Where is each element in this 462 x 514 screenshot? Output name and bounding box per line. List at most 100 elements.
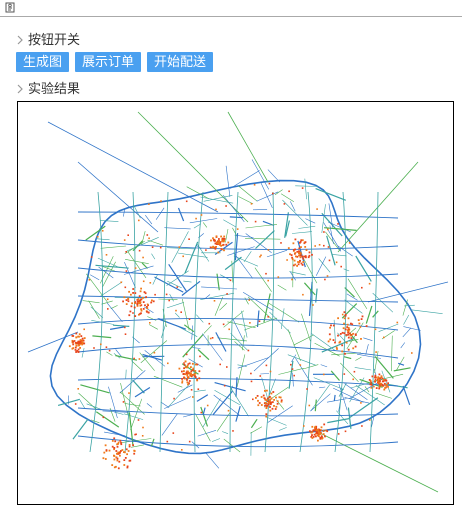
order-point xyxy=(280,399,283,402)
order-point xyxy=(254,220,257,223)
order-point xyxy=(293,259,296,262)
order-point xyxy=(259,375,262,377)
road-network xyxy=(27,111,449,493)
road-segment xyxy=(278,427,287,431)
order-point xyxy=(326,275,329,277)
order-point xyxy=(344,430,347,433)
order-point xyxy=(226,293,228,295)
order-point xyxy=(102,457,105,460)
road-segment xyxy=(100,245,127,249)
order-point xyxy=(380,375,383,378)
order-point xyxy=(291,278,293,281)
road-segment xyxy=(214,296,224,316)
order-point xyxy=(105,449,108,451)
order-point xyxy=(290,254,293,256)
order-point xyxy=(354,345,357,348)
order-point xyxy=(138,358,141,360)
road-segment xyxy=(230,333,248,351)
road-segment xyxy=(202,407,206,415)
order-point xyxy=(359,326,362,328)
order-point xyxy=(77,335,79,338)
road-segment xyxy=(355,255,372,282)
road-segment xyxy=(202,222,208,228)
road-segment xyxy=(349,377,365,403)
generate-graph-button[interactable]: 生成图 xyxy=(16,52,70,72)
toggle-section-header[interactable]: 按钮开关 xyxy=(16,31,80,49)
order-point xyxy=(101,230,104,232)
order-point xyxy=(262,394,265,397)
order-point xyxy=(113,437,116,440)
result-section-header[interactable]: 实验结果 xyxy=(16,80,80,98)
order-point xyxy=(132,444,134,447)
order-point xyxy=(342,327,345,330)
order-point xyxy=(347,331,349,334)
order-point xyxy=(123,296,126,299)
order-point xyxy=(130,305,133,308)
order-point xyxy=(218,238,220,240)
order-point xyxy=(123,239,126,241)
road-segment xyxy=(81,348,85,358)
order-point xyxy=(72,343,75,346)
road-segment xyxy=(354,367,372,371)
start-delivery-button[interactable]: 开始配送 xyxy=(147,52,214,72)
road-segment xyxy=(152,274,158,285)
order-point xyxy=(289,253,291,256)
order-point xyxy=(396,321,399,324)
order-point xyxy=(265,364,268,367)
order-point xyxy=(128,459,131,462)
order-point xyxy=(360,402,362,404)
order-point xyxy=(148,203,150,205)
road-segment xyxy=(224,256,242,271)
order-point xyxy=(139,290,142,293)
road-segment xyxy=(314,399,317,412)
order-point xyxy=(210,239,212,242)
order-point xyxy=(149,282,152,284)
order-point xyxy=(352,347,355,350)
road-segment xyxy=(153,375,183,388)
order-point xyxy=(141,435,144,437)
road-segment xyxy=(145,215,153,225)
road-segment xyxy=(188,358,203,368)
order-point xyxy=(160,200,162,202)
order-point xyxy=(358,322,361,325)
order-point xyxy=(222,323,225,326)
order-point xyxy=(269,406,271,408)
order-point xyxy=(220,235,222,238)
order-point xyxy=(374,374,377,377)
order-point xyxy=(341,344,344,347)
order-point xyxy=(264,402,267,405)
order-point xyxy=(74,349,77,351)
order-point xyxy=(300,246,302,248)
order-point xyxy=(212,246,215,249)
order-point xyxy=(337,223,339,225)
order-point xyxy=(104,444,107,447)
order-point xyxy=(343,322,345,325)
order-point xyxy=(108,449,111,452)
order-point xyxy=(185,353,188,356)
order-point xyxy=(132,312,134,314)
order-point xyxy=(211,337,214,339)
order-point xyxy=(361,425,363,427)
order-point xyxy=(270,397,273,400)
order-point xyxy=(79,347,81,349)
order-point xyxy=(75,342,78,345)
road-segment xyxy=(344,299,363,314)
road-segment xyxy=(402,385,411,405)
road-segment xyxy=(110,305,118,309)
road-segment xyxy=(403,314,410,325)
order-point xyxy=(308,251,311,254)
order-point xyxy=(221,240,223,243)
order-point xyxy=(127,450,130,452)
road-segment xyxy=(109,326,125,330)
order-point xyxy=(125,448,128,451)
road-segment xyxy=(132,379,145,394)
order-point xyxy=(104,458,107,460)
order-point xyxy=(119,439,122,442)
order-point xyxy=(122,401,125,403)
order-point xyxy=(305,249,308,251)
order-point xyxy=(213,300,216,302)
show-orders-button[interactable]: 展示订单 xyxy=(75,52,142,72)
order-point xyxy=(220,248,223,250)
order-point xyxy=(374,328,377,331)
road-segment xyxy=(227,246,255,256)
